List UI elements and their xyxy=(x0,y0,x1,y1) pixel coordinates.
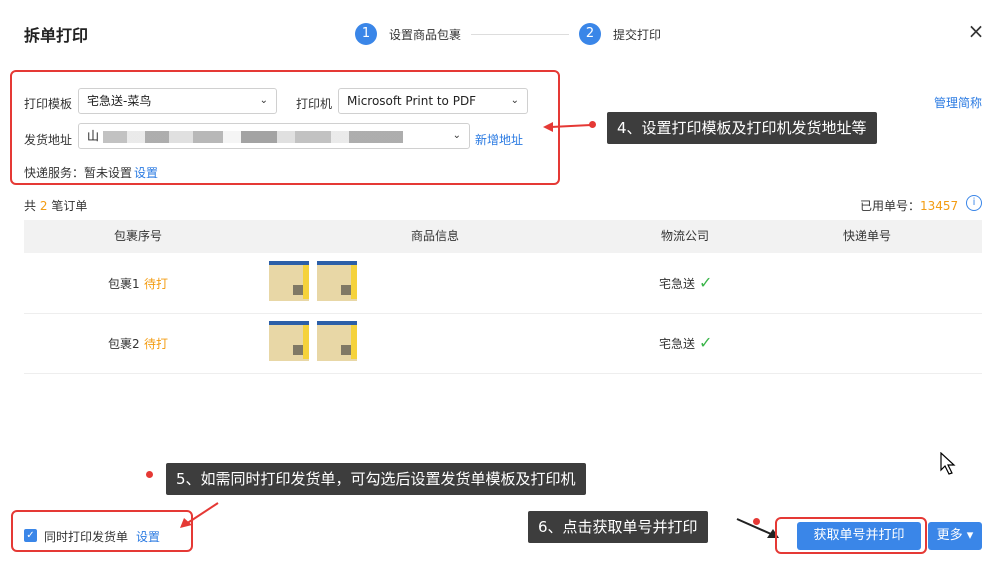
table-row: 包裹1 待打 宅急送 ✓ xyxy=(24,253,982,314)
annotation-step-5: 5、如需同时打印发货单，可勾选后设置发货单模板及打印机 xyxy=(166,463,586,495)
annotation-step-4: 4、设置打印模板及打印机发货地址等 xyxy=(607,112,877,144)
carrier-cell: 宅急送 ✓ xyxy=(659,333,712,352)
column-header: 商品信息 xyxy=(411,229,460,243)
highlight-box-invoice xyxy=(11,510,193,552)
order-count-prefix: 共 xyxy=(24,199,37,213)
arrow-icon xyxy=(543,122,592,132)
used-numbers-label: 已用单号： xyxy=(860,199,921,213)
order-count-value: 2 xyxy=(39,199,48,213)
annotation-step-6: 6、点击获取单号并打印 xyxy=(528,511,708,543)
step-1-label: 设置商品包裹 xyxy=(389,27,462,42)
used-numbers-value: 13457 xyxy=(920,199,959,213)
annotation-dot xyxy=(146,471,153,478)
mouse-cursor-icon xyxy=(940,452,956,475)
close-icon[interactable]: × xyxy=(965,20,987,42)
step-2-label: 提交打印 xyxy=(613,27,662,42)
dialog-title: 拆单打印 xyxy=(24,26,89,45)
step-2-circle: 2 xyxy=(579,23,602,45)
manage-short-names-link[interactable]: 管理简称 xyxy=(934,94,982,111)
highlight-box-form xyxy=(10,70,560,185)
column-header: 包裹序号 xyxy=(114,229,163,243)
product-thumbnail[interactable] xyxy=(269,321,309,361)
info-icon[interactable]: i xyxy=(966,195,982,211)
table-header: 包裹序号 商品信息 物流公司 快递单号 xyxy=(24,220,982,253)
package-number: 包裹2 xyxy=(108,337,140,351)
column-header: 快递单号 xyxy=(843,229,892,243)
product-thumbnail[interactable] xyxy=(269,261,309,301)
package-number: 包裹1 xyxy=(108,277,140,291)
step-connector xyxy=(471,33,570,35)
product-thumbnail[interactable] xyxy=(317,261,357,301)
step-1-circle: 1 xyxy=(355,23,377,45)
more-button-label: 更多 xyxy=(936,528,963,543)
package-status: 待打 xyxy=(144,337,169,351)
check-icon: ✓ xyxy=(699,273,713,292)
order-count-suffix: 笔订单 xyxy=(51,199,88,213)
table-row: 包裹2 待打 宅急送 ✓ xyxy=(24,313,982,374)
carrier-cell: 宅急送 ✓ xyxy=(659,273,712,292)
split-print-dialog: 拆单打印 1 设置商品包裹 2 提交打印 × 打印模板 宅急送-菜鸟 ⌄ 打印机… xyxy=(0,0,1002,563)
product-thumbnail[interactable] xyxy=(317,321,357,361)
used-numbers: 已用单号：13457 xyxy=(860,197,958,214)
step-indicator: 1 设置商品包裹 2 提交打印 xyxy=(355,23,661,45)
highlight-box-primary-button xyxy=(775,517,927,554)
order-count: 共 2 笔订单 xyxy=(24,197,87,214)
carrier-name: 宅急送 xyxy=(659,277,696,291)
more-button[interactable]: 更多 ▾ xyxy=(928,522,982,550)
chevron-down-icon: ▾ xyxy=(962,528,974,543)
column-header: 物流公司 xyxy=(661,229,710,243)
check-icon: ✓ xyxy=(699,333,713,352)
carrier-name: 宅急送 xyxy=(659,337,696,351)
package-status: 待打 xyxy=(144,277,169,291)
